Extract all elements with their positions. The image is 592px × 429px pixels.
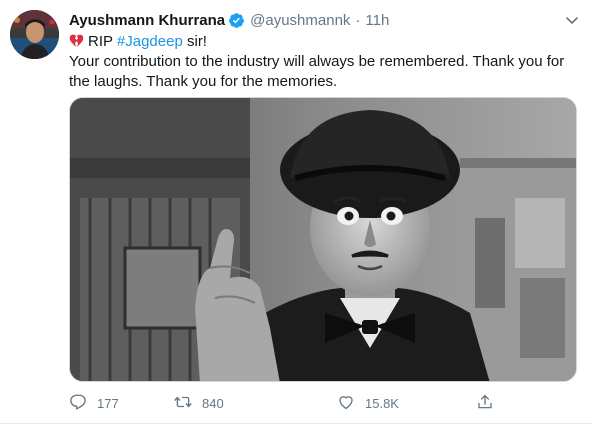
divider <box>0 423 592 424</box>
tweet-text-line-3: the laughs. Thank you for the memories. <box>69 73 338 90</box>
author-name[interactable]: Ayushmann Khurrana <box>69 12 225 29</box>
tweet-text: RIP #Jagdeep sir! Your contribution to t… <box>69 32 579 92</box>
tweet-text-line-1: RIP #Jagdeep sir! <box>69 32 579 52</box>
timestamp[interactable]: 11h <box>365 12 389 29</box>
tweet-header: Ayushmann Khurrana @ayushmannk · 11h <box>69 10 389 30</box>
verified-badge-icon <box>228 12 245 29</box>
text-suffix: sir! <box>186 33 207 50</box>
tweet[interactable]: Ayushmann Khurrana @ayushmannk · 11h RIP… <box>0 0 592 429</box>
tweet-photo[interactable] <box>69 97 577 382</box>
like-button[interactable]: 15.8K <box>337 393 399 413</box>
reply-button[interactable]: 177 <box>69 393 119 413</box>
tweet-text-line-2: Your contribution to the industry will a… <box>69 53 565 70</box>
retweet-icon <box>174 393 192 414</box>
share-icon <box>476 393 494 414</box>
retweet-button[interactable]: 840 <box>174 393 224 413</box>
avatar[interactable] <box>10 10 59 59</box>
heart-icon <box>337 393 355 414</box>
avatar-image <box>10 10 59 59</box>
author-handle[interactable]: @ayushmannk <box>250 12 350 29</box>
separator-dot: · <box>355 11 361 29</box>
share-button[interactable] <box>476 393 494 413</box>
action-bar: 177 840 15.8K <box>69 393 509 413</box>
chevron-down-icon[interactable] <box>564 12 580 28</box>
text-prefix: RIP <box>88 33 113 50</box>
retweet-count: 840 <box>202 395 224 411</box>
photo-image <box>70 98 576 381</box>
broken-heart-emoji <box>69 34 84 48</box>
hashtag-link[interactable]: #Jagdeep <box>117 33 183 50</box>
reply-icon <box>69 393 87 414</box>
reply-count: 177 <box>97 395 119 411</box>
like-count: 15.8K <box>365 395 399 411</box>
